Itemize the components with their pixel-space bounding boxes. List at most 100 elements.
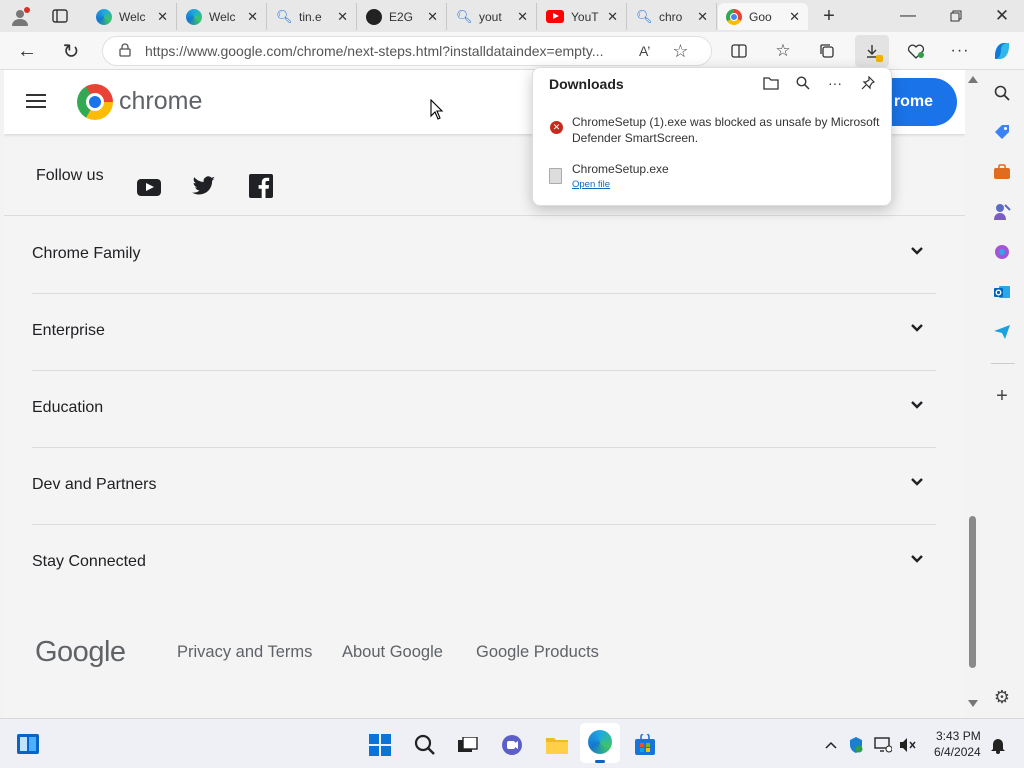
section-education[interactable]: Education <box>32 371 936 448</box>
tab-google-chrome[interactable]: Goo ✕ <box>718 3 808 30</box>
hamburger-menu-icon[interactable] <box>26 94 46 108</box>
section-stay-connected[interactable]: Stay Connected <box>32 525 936 602</box>
close-tab-icon[interactable]: ✕ <box>427 9 438 25</box>
scroll-up-arrow-icon[interactable] <box>968 76 978 83</box>
new-tab-button[interactable]: + <box>818 5 840 27</box>
section-enterprise[interactable]: Enterprise <box>32 294 936 371</box>
section-chrome-family[interactable]: Chrome Family <box>32 217 936 294</box>
outlook-icon[interactable] <box>991 281 1013 303</box>
sidebar-settings-gear-icon[interactable]: ⚙ <box>991 686 1013 708</box>
download-button-label: rome <box>893 93 933 110</box>
volume-muted-icon[interactable] <box>898 735 918 755</box>
tab-actions-icon[interactable] <box>50 7 70 25</box>
widgets-icon[interactable] <box>15 732 41 756</box>
close-tab-icon[interactable]: ✕ <box>607 9 618 25</box>
close-tab-icon[interactable]: ✕ <box>517 9 528 25</box>
edge-icon <box>96 8 112 25</box>
microsoft-365-icon[interactable] <box>991 241 1013 263</box>
tab-github[interactable]: E2G ✕ <box>358 3 447 30</box>
edge-taskbar-icon[interactable] <box>580 723 620 763</box>
tab-welcome-2[interactable]: Welc ✕ <box>178 3 267 30</box>
windows-taskbar: 3:43 PM 6/4/2024 <box>0 718 1024 768</box>
address-bar[interactable]: https://www.google.com/chrome/next-steps… <box>102 36 712 66</box>
close-tab-icon[interactable]: ✕ <box>337 9 348 25</box>
close-tab-icon[interactable]: ✕ <box>247 9 258 25</box>
teams-chat-icon[interactable] <box>500 733 524 757</box>
add-sidebar-app-icon[interactable]: + <box>991 385 1013 407</box>
close-window-button[interactable]: ✕ <box>990 5 1014 27</box>
chevron-down-icon[interactable] <box>910 551 924 569</box>
lock-icon <box>119 42 131 60</box>
chevron-down-icon[interactable] <box>910 397 924 415</box>
blocked-error-icon: ✕ <box>550 121 563 134</box>
shopping-tag-icon[interactable] <box>991 121 1013 143</box>
favorites-icon[interactable]: ☆ <box>772 40 794 62</box>
clock-time[interactable]: 3:43 PM <box>936 729 981 743</box>
download-item-blocked[interactable]: ✕ ChromeSetup (1).exe was blocked as uns… <box>533 112 891 152</box>
tab-title: YouT <box>571 9 599 24</box>
youtube-social-icon[interactable] <box>137 179 161 196</box>
microsoft-store-icon[interactable] <box>633 733 657 757</box>
taskbar-search-icon[interactable] <box>413 733 437 757</box>
tab-youtube[interactable]: YouT ✕ <box>538 3 627 30</box>
chrome-icon <box>726 8 742 25</box>
notifications-bell-icon[interactable] <box>988 735 1008 755</box>
drop-send-icon[interactable] <box>991 321 1013 343</box>
tab-search-chrome[interactable]: 🔍︎ chro ✕ <box>628 3 717 30</box>
twitter-social-icon[interactable] <box>192 176 218 198</box>
network-icon[interactable] <box>872 735 894 755</box>
section-dev-and-partners[interactable]: Dev and Partners <box>32 448 936 525</box>
downloads-panel: Downloads ··· ✕ ChromeSetup (1).exe was … <box>532 67 892 206</box>
scrollbar-thumb[interactable] <box>969 516 976 668</box>
open-file-link[interactable]: Open file <box>572 179 610 190</box>
restore-button[interactable] <box>944 6 968 26</box>
back-button[interactable]: ← <box>16 40 38 62</box>
show-hidden-icons-chevron-icon[interactable] <box>822 736 840 754</box>
browser-essentials-icon[interactable] <box>904 40 928 62</box>
page-scrollbar[interactable] <box>966 70 980 718</box>
chevron-down-icon[interactable] <box>910 320 924 338</box>
profile-avatar[interactable] <box>8 6 32 28</box>
pin-icon[interactable] <box>858 73 878 93</box>
chrome-logo-icon[interactable] <box>77 84 113 120</box>
about-google-link[interactable]: About Google <box>342 643 443 662</box>
privacy-and-terms-link[interactable]: Privacy and Terms <box>177 643 312 662</box>
games-icon[interactable] <box>991 201 1013 223</box>
favorite-star-icon[interactable]: ☆ <box>672 41 688 62</box>
google-footer-logo[interactable]: Google <box>35 636 126 669</box>
file-explorer-icon[interactable] <box>544 734 570 756</box>
google-products-link[interactable]: Google Products <box>476 643 599 662</box>
close-tab-icon[interactable]: ✕ <box>157 9 168 25</box>
scroll-down-arrow-icon[interactable] <box>968 700 978 707</box>
copilot-icon[interactable] <box>990 39 1014 63</box>
tab-search-tin[interactable]: 🔍︎ tin.e ✕ <box>268 3 357 30</box>
clock-date[interactable]: 6/4/2024 <box>934 745 981 759</box>
chevron-down-icon[interactable] <box>910 474 924 492</box>
open-downloads-folder-icon[interactable] <box>761 73 781 93</box>
tools-briefcase-icon[interactable] <box>991 161 1013 183</box>
section-label: Enterprise <box>32 322 105 339</box>
split-screen-icon[interactable] <box>728 40 750 62</box>
close-tab-icon[interactable]: ✕ <box>697 9 708 25</box>
tab-welcome-1[interactable]: Welc ✕ <box>88 3 177 30</box>
security-shield-icon[interactable] <box>846 735 866 755</box>
section-label: Stay Connected <box>32 553 146 570</box>
task-view-icon[interactable] <box>456 735 480 755</box>
minimize-button[interactable]: — <box>896 6 920 26</box>
downloads-more-options-icon[interactable]: ··· <box>825 73 845 93</box>
search-downloads-icon[interactable] <box>793 73 813 93</box>
close-tab-icon[interactable]: ✕ <box>789 9 800 25</box>
settings-more-icon[interactable]: ··· <box>948 40 972 62</box>
tab-search-youtube[interactable]: 🔍︎ yout ✕ <box>448 3 537 30</box>
download-item-chromesetup[interactable]: ChromeSetup.exe Open file <box>533 160 891 196</box>
mouse-cursor-icon <box>430 98 444 125</box>
search-icon[interactable] <box>991 82 1013 104</box>
chevron-down-icon[interactable] <box>910 243 924 261</box>
refresh-button[interactable]: ↻ <box>60 40 82 63</box>
read-aloud-icon[interactable]: A’ <box>639 43 650 59</box>
collections-icon[interactable] <box>816 40 838 62</box>
downloads-button[interactable] <box>855 35 889 67</box>
facebook-social-icon[interactable] <box>249 174 273 198</box>
section-label: Chrome Family <box>32 245 141 262</box>
windows-start-icon[interactable] <box>368 733 392 757</box>
